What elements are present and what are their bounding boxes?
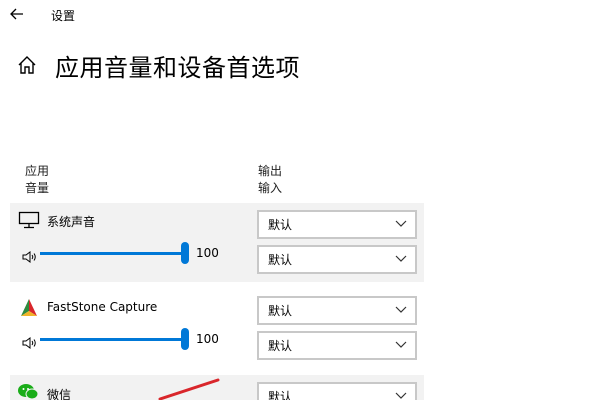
output-device-select[interactable]: 默认 — [257, 382, 417, 400]
faststone-icon — [18, 298, 40, 316]
volume-slider-track[interactable] — [40, 252, 186, 255]
chevron-down-icon — [395, 306, 407, 313]
back-arrow-icon — [10, 8, 23, 20]
column-header-input: 输入 — [258, 181, 283, 195]
output-device-select[interactable]: 默认 — [257, 296, 417, 325]
input-device-value: 默认 — [268, 339, 293, 353]
window-title: 设置 — [51, 9, 76, 23]
chevron-down-icon — [395, 392, 407, 399]
output-device-select[interactable]: 默认 — [257, 210, 417, 239]
title-bar: 设置 — [0, 0, 596, 30]
volume-value: 100 — [196, 332, 219, 346]
home-icon[interactable] — [16, 54, 38, 76]
chevron-down-icon — [395, 341, 407, 348]
column-header-device: 输出 输入 — [258, 163, 282, 197]
speaker-icon[interactable] — [22, 334, 38, 349]
input-device-select[interactable]: 默认 — [257, 245, 417, 274]
output-device-value: 默认 — [268, 218, 293, 232]
output-device-value: 默认 — [268, 390, 293, 400]
monitor-icon — [18, 211, 40, 229]
volume-value: 100 — [196, 246, 219, 260]
input-device-value: 默认 — [268, 253, 293, 267]
annotation-arrow — [158, 378, 220, 400]
back-button[interactable] — [6, 4, 28, 24]
input-device-select[interactable]: 默认 — [257, 331, 417, 360]
wechat-icon — [17, 383, 39, 400]
output-device-value: 默认 — [268, 304, 293, 318]
settings-window: 设置 应用音量和设备首选项 应用 音量 输出 输入 系统声音 100 默认 默认… — [0, 0, 596, 400]
chevron-down-icon — [395, 220, 407, 227]
column-header-app-line1: 应用 — [25, 164, 50, 178]
chevron-down-icon — [395, 255, 407, 262]
page-title: 应用音量和设备首选项 — [55, 54, 300, 82]
volume-slider-thumb[interactable] — [181, 242, 189, 264]
app-name: 微信 — [47, 388, 72, 400]
column-header-output: 输出 — [258, 164, 283, 178]
column-header-app: 应用 音量 — [25, 163, 49, 197]
app-name: 系统声音 — [47, 215, 96, 229]
speaker-icon[interactable] — [22, 248, 38, 263]
app-name: FastStone Capture — [47, 300, 158, 314]
column-header-app-line2: 音量 — [25, 181, 50, 195]
volume-slider-track[interactable] — [40, 338, 186, 341]
volume-slider-thumb[interactable] — [181, 328, 189, 350]
